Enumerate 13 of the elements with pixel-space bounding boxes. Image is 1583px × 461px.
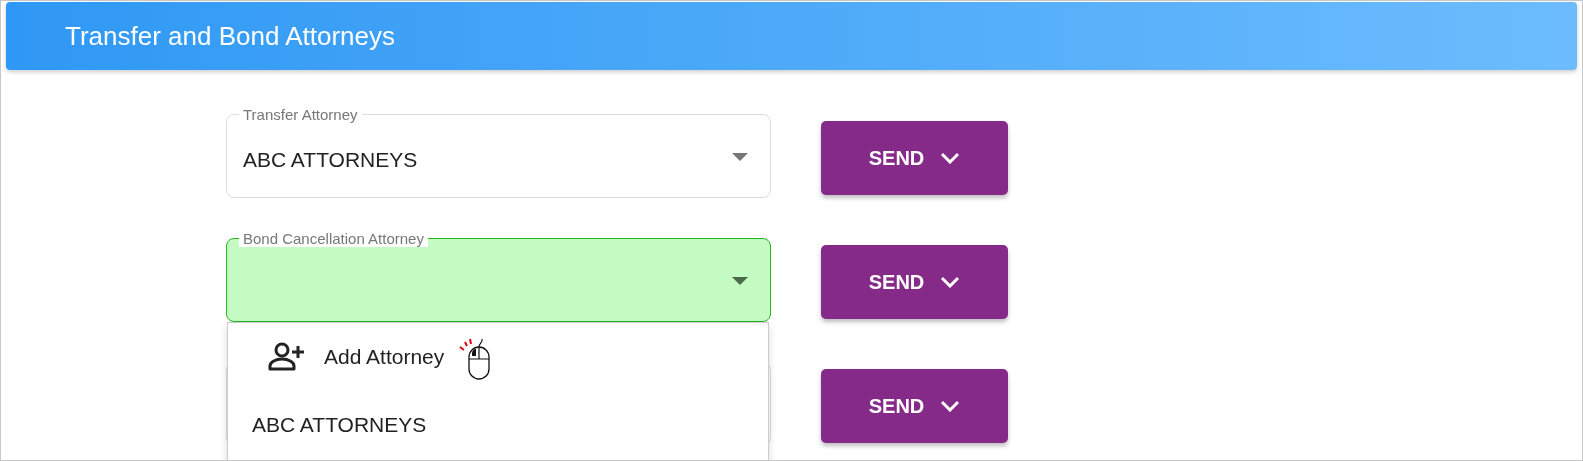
send-button[interactable]: SEND <box>821 245 1008 319</box>
chevron-down-icon <box>940 400 961 412</box>
chevron-down-icon <box>940 152 961 164</box>
dropdown-arrow-icon <box>732 277 748 285</box>
dropdown-arrow-icon <box>732 153 748 161</box>
add-attorney-option[interactable]: Add Attorney <box>324 345 445 369</box>
mouse-click-icon <box>458 337 493 381</box>
attorney-option[interactable]: ABC ATTORNEYS <box>252 413 427 437</box>
send-button[interactable]: SEND <box>821 121 1008 195</box>
chevron-down-icon <box>940 276 961 288</box>
send-button[interactable]: SEND <box>821 369 1008 443</box>
add-person-icon <box>266 341 306 373</box>
page-title: Transfer and Bond Attorneys <box>65 20 395 52</box>
